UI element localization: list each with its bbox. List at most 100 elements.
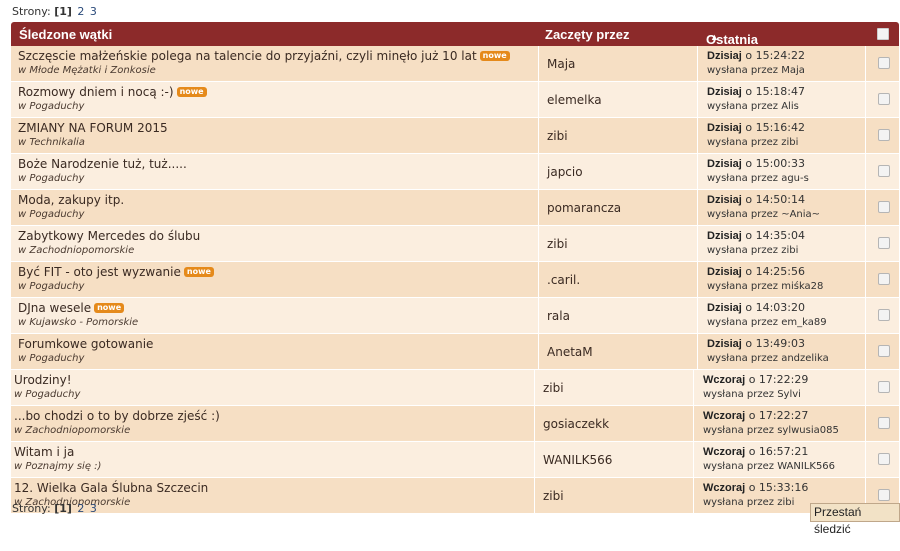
thread-title-link[interactable]: Moda, zakupy itp. bbox=[18, 193, 124, 207]
thread-title-link[interactable]: Zabytkowy Mercedes do ślubu bbox=[18, 229, 200, 243]
last-message-date[interactable]: Dzisiaj o 13:49:03 bbox=[707, 337, 805, 350]
last-message-date[interactable]: Wczoraj o 15:33:16 bbox=[703, 481, 808, 494]
last-message-date[interactable]: Dzisiaj o 14:03:20 bbox=[707, 301, 805, 314]
row-checkbox[interactable] bbox=[878, 273, 890, 285]
thread-title-link[interactable]: ZMIANY NA FORUM 2015 bbox=[18, 121, 168, 135]
last-message-date[interactable]: Wczoraj o 17:22:29 bbox=[703, 373, 808, 386]
thread-title: ZMIANY NA FORUM 2015 bbox=[18, 121, 168, 135]
row-checkbox[interactable] bbox=[878, 345, 890, 357]
thread-forum[interactable]: w Zachodniopomorskie bbox=[18, 245, 134, 256]
column-header-started-by[interactable]: Zaczęty przez bbox=[545, 27, 630, 42]
last-message-date[interactable]: Wczoraj o 16:57:21 bbox=[703, 445, 808, 458]
thread-starter[interactable]: zibi bbox=[543, 489, 564, 503]
last-message-date[interactable]: Dzisiaj o 15:00:33 bbox=[707, 157, 805, 170]
thread-starter[interactable]: AnetaM bbox=[547, 345, 593, 359]
row-checkbox[interactable] bbox=[878, 417, 890, 429]
row-checkbox[interactable] bbox=[878, 309, 890, 321]
thread-forum[interactable]: w Pogaduchy bbox=[18, 173, 84, 184]
thread-starter[interactable]: WANILK566 bbox=[543, 453, 612, 467]
last-message-date[interactable]: Wczoraj o 17:22:27 bbox=[703, 409, 808, 422]
last-message-author: wysłana przez Alis bbox=[707, 101, 799, 112]
row-checkbox[interactable] bbox=[878, 93, 890, 105]
thread-forum[interactable]: w Poznajmy się :) bbox=[14, 461, 101, 472]
thread-title: Boże Narodzenie tuż, tuż..... bbox=[18, 157, 187, 171]
thread-forum[interactable]: w Pogaduchy bbox=[14, 389, 80, 400]
row-checkbox[interactable] bbox=[878, 165, 890, 177]
thread-title-link[interactable]: Forumkowe gotowanie bbox=[18, 337, 153, 351]
last-message-date[interactable]: Dzisiaj o 15:16:42 bbox=[707, 121, 805, 134]
thread-forum[interactable]: w Pogaduchy bbox=[18, 101, 84, 112]
last-message-cell: Dzisiaj o 14:25:56 wysłana przez miśka28 bbox=[697, 262, 865, 297]
thread-title: Urodziny! bbox=[14, 373, 72, 387]
thread-title-link[interactable]: Być FIT - oto jest wyzwanie bbox=[18, 265, 181, 279]
table-row: ...bo chodzi o to by dobrze zjeść :) w Za… bbox=[11, 406, 899, 442]
thread-starter[interactable]: zibi bbox=[547, 237, 568, 251]
new-badge[interactable]: nowe bbox=[183, 267, 214, 277]
thread-starter-cell: Maja bbox=[538, 46, 697, 81]
thread-title: 12. Wielka Gala Ślubna Szczecin bbox=[14, 481, 208, 495]
pagination-current-page: [1] bbox=[54, 502, 72, 515]
thread-title: Forumkowe gotowanie bbox=[18, 337, 153, 351]
stop-watching-button[interactable]: Przestań śledzić bbox=[810, 503, 900, 536]
thread-title-link[interactable]: 12. Wielka Gala Ślubna Szczecin bbox=[14, 481, 208, 495]
last-message-date[interactable]: Dzisiaj o 15:24:22 bbox=[707, 49, 805, 62]
thread-forum[interactable]: w Zachodniopomorskie bbox=[14, 425, 130, 436]
last-message-author: wysłana przez agu-s bbox=[707, 173, 809, 184]
last-message-cell: Dzisiaj o 15:24:22 wysłana przez Maja bbox=[697, 46, 865, 81]
thread-starter-cell: rala bbox=[538, 298, 697, 333]
thread-starter[interactable]: rala bbox=[547, 309, 570, 323]
row-checkbox[interactable] bbox=[878, 201, 890, 213]
thread-starter[interactable]: elemelka bbox=[547, 93, 602, 107]
thread-title-link[interactable]: Witam i ja bbox=[14, 445, 74, 459]
thread-forum[interactable]: w Pogaduchy bbox=[18, 281, 84, 292]
new-badge[interactable]: nowe bbox=[94, 303, 125, 313]
last-message-date[interactable]: Dzisiaj o 15:18:47 bbox=[707, 85, 805, 98]
thread-forum[interactable]: w Pogaduchy bbox=[18, 209, 84, 220]
last-message-date[interactable]: Dzisiaj o 14:35:04 bbox=[707, 229, 805, 242]
thread-starter[interactable]: .caril. bbox=[547, 273, 580, 287]
new-badge[interactable]: nowe bbox=[176, 87, 207, 97]
last-message-cell: Dzisiaj o 14:50:14 wysłana przez ~Ania~ bbox=[697, 190, 865, 225]
thread-title-link[interactable]: Szczęscie małżeńskie polega na talencie … bbox=[18, 49, 477, 63]
thread-forum[interactable]: w Technikalia bbox=[18, 137, 85, 148]
last-message-cell: Wczoraj o 17:22:29 wysłana przez Sylvi bbox=[693, 370, 865, 405]
thread-starter-cell: zibi bbox=[538, 226, 697, 261]
pagination-page-link[interactable]: 2 bbox=[77, 5, 84, 18]
thread-title-link[interactable]: ...bo chodzi o to by dobrze zjeść :) bbox=[14, 409, 220, 423]
thread-starter[interactable]: pomarancza bbox=[547, 201, 621, 215]
thread-starter[interactable]: gosiaczekk bbox=[543, 417, 609, 431]
select-all-checkbox[interactable] bbox=[877, 28, 889, 40]
thread-title-link[interactable]: Boże Narodzenie tuż, tuż..... bbox=[18, 157, 187, 171]
row-checkbox[interactable] bbox=[878, 129, 890, 141]
thread-forum[interactable]: w Kujawsko - Pomorskie bbox=[18, 317, 138, 328]
last-message-time: o 15:24:22 bbox=[745, 49, 805, 62]
pagination-page-link[interactable]: 2 bbox=[77, 502, 84, 515]
row-checkbox[interactable] bbox=[878, 489, 890, 501]
thread-forum[interactable]: w Pogaduchy bbox=[18, 353, 84, 364]
thread-starter[interactable]: zibi bbox=[547, 129, 568, 143]
row-checkbox[interactable] bbox=[878, 381, 890, 393]
last-message-date[interactable]: Dzisiaj o 14:25:56 bbox=[707, 265, 805, 278]
thread-starter[interactable]: Maja bbox=[547, 57, 575, 71]
sort-ascending-icon: ▲ bbox=[710, 32, 719, 42]
row-checkbox[interactable] bbox=[878, 57, 890, 69]
thread-starter[interactable]: zibi bbox=[543, 381, 564, 395]
row-checkbox[interactable] bbox=[878, 237, 890, 249]
pagination-page-link[interactable]: 3 bbox=[90, 5, 97, 18]
last-message-time: o 14:03:20 bbox=[745, 301, 805, 314]
thread-title-link[interactable]: Urodziny! bbox=[14, 373, 72, 387]
last-message-cell: Dzisiaj o 15:18:47 wysłana przez Alis bbox=[697, 82, 865, 117]
pagination-page-link[interactable]: 3 bbox=[90, 502, 97, 515]
last-message-cell: Dzisiaj o 13:49:03 wysłana przez andzelik… bbox=[697, 334, 865, 369]
last-message-date[interactable]: Dzisiaj o 14:50:14 bbox=[707, 193, 805, 206]
thread-title-link[interactable]: DJna wesele bbox=[18, 301, 91, 315]
column-header-title[interactable]: Śledzone wątki bbox=[19, 27, 112, 42]
new-badge[interactable]: nowe bbox=[479, 51, 510, 61]
table-row: Zabytkowy Mercedes do ślubu w Zachodniopo… bbox=[11, 226, 899, 262]
last-message-day: Dzisiaj bbox=[707, 338, 742, 350]
thread-forum[interactable]: w Młode Mężatki i Zonkosie bbox=[18, 65, 156, 76]
row-checkbox[interactable] bbox=[878, 453, 890, 465]
last-message-author: wysłana przez em_ka89 bbox=[707, 317, 827, 328]
thread-starter[interactable]: japcio bbox=[547, 165, 583, 179]
thread-title-link[interactable]: Rozmowy dniem i nocą :-) bbox=[18, 85, 174, 99]
